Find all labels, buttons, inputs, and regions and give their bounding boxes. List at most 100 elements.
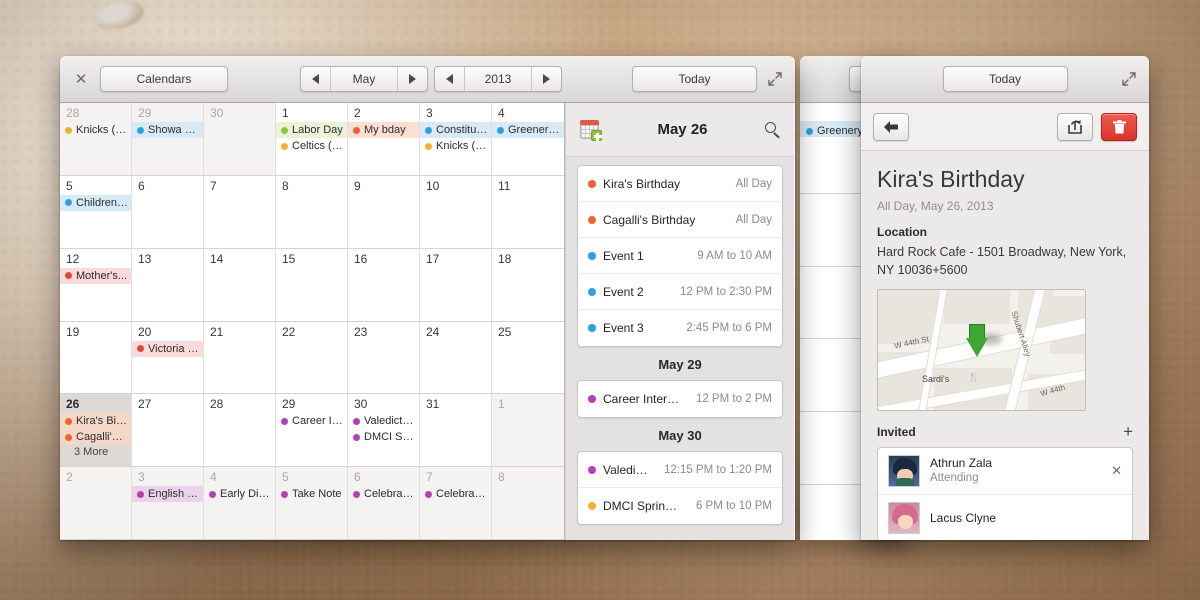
day-cell[interactable]: 17	[420, 248, 492, 322]
next-month-button[interactable]	[397, 67, 427, 91]
grid-event[interactable]: Knicks (9...	[60, 122, 131, 138]
day-cell[interactable]: 28	[204, 394, 276, 468]
grid-event[interactable]: Labor Day	[276, 122, 347, 138]
day-cell[interactable]: 2	[60, 467, 132, 540]
expand-icon[interactable]	[1119, 69, 1139, 89]
invitee-row[interactable]: Athrun Zala Attending ✕	[878, 448, 1132, 495]
day-cell[interactable]: 10	[420, 175, 492, 249]
next-year-button[interactable]	[531, 67, 561, 91]
day-cell[interactable]: 3English Pr...	[132, 467, 204, 540]
day-cell[interactable]: 30 Valedicto... DMCI Spri...	[348, 394, 420, 468]
day-cell[interactable]: 18	[492, 248, 564, 322]
year-stepper[interactable]: 2013	[434, 66, 562, 92]
share-button[interactable]	[1057, 112, 1093, 141]
day-cell[interactable]: 12 Mother's...	[60, 248, 132, 322]
day-cell[interactable]: 14	[204, 248, 276, 322]
prev-year-button[interactable]	[435, 67, 465, 91]
grid-event[interactable]: My bday	[348, 122, 419, 138]
day-cell[interactable]: 5 Take Note	[276, 467, 348, 540]
day-cell[interactable]: 30	[204, 103, 276, 176]
grid-event[interactable]: Valedicto...	[348, 413, 419, 429]
event-list-row[interactable]: Valedic... 12:15 PM to 1:20 PM	[578, 452, 782, 488]
day-cell[interactable]: 1 Labor Day Celtics (9...	[276, 103, 348, 176]
expand-icon[interactable]	[765, 69, 785, 89]
day-cell[interactable]: 23	[348, 321, 420, 395]
invitee-list[interactable]: Athrun Zala Attending ✕ Lacus Clyne	[877, 447, 1133, 540]
delete-button[interactable]	[1101, 112, 1137, 141]
day-cell[interactable]: 16	[348, 248, 420, 322]
day-cell[interactable]: 24	[420, 321, 492, 395]
grid-event[interactable]: Greenery...	[492, 122, 564, 138]
day-cell[interactable]: 11	[492, 175, 564, 249]
day-cell[interactable]: 7	[204, 175, 276, 249]
grid-event[interactable]: Take Note	[276, 486, 347, 502]
today-button[interactable]: Today	[632, 66, 757, 92]
back-button[interactable]	[873, 112, 909, 141]
grid-event[interactable]: Victoria Day	[132, 340, 203, 357]
day-cell[interactable]: 3 Constituti... Knicks (8...	[420, 103, 492, 176]
close-icon[interactable]: ✕	[70, 68, 92, 90]
event-list-scroll[interactable]: Kira's Birthday All Day Cagalli's Birthday…	[566, 157, 794, 540]
day-cell[interactable]: 22	[276, 321, 348, 395]
location-map[interactable]: W 44th St Shubert Alley Sardi's 🍴 W 44th	[877, 289, 1086, 411]
grid-event[interactable]: Celtics (9...	[276, 138, 347, 154]
event-list-row[interactable]: Event 3 2:45 PM to 6 PM	[578, 310, 782, 346]
grid-event[interactable]: Showa Day	[132, 122, 203, 138]
grid-event[interactable]: Mother's...	[60, 267, 131, 284]
day-cell[interactable]: 8	[492, 467, 564, 540]
day-cell[interactable]: 20 Victoria Day	[132, 321, 204, 395]
search-icon[interactable]	[765, 122, 780, 139]
day-cell[interactable]: 25	[492, 321, 564, 395]
day-cell[interactable]: 6 Celebrati...	[348, 467, 420, 540]
event-list-row[interactable]: Event 1 9 AM to 10 AM	[578, 238, 782, 274]
calendars-button[interactable]: Calendars	[100, 66, 228, 92]
day-cell[interactable]: 4 Greenery...	[492, 103, 564, 176]
day-cell[interactable]: 4 Early Dis...	[204, 467, 276, 540]
grid-event[interactable]: Children's...	[60, 194, 131, 211]
event-list-row[interactable]: Kira's Birthday All Day	[578, 166, 782, 202]
day-cell[interactable]: 1	[492, 394, 564, 468]
day-cell[interactable]: 2 My bday	[348, 103, 420, 176]
grid-event[interactable]: Knicks (8...	[420, 138, 491, 154]
day-cell[interactable]: 7 Celebrati...	[420, 467, 492, 540]
day-cell[interactable]: 28 Knicks (9...	[60, 103, 132, 176]
calendar-window[interactable]: ✕ Calendars May 2013 Today 28 Knicks (9..…	[60, 56, 795, 540]
event-list-pane[interactable]: May 26 Kira's Birthday All Day Cagalli's B…	[565, 103, 794, 540]
grid-event[interactable]: Early Dis...	[204, 486, 275, 502]
month-grid[interactable]: 28 Knicks (9... 29 Showa Day 30 1 Labor Day Cel…	[60, 103, 565, 540]
day-cell[interactable]: 31	[420, 394, 492, 468]
month-stepper[interactable]: May	[300, 66, 428, 92]
day-cell[interactable]: 13	[132, 248, 204, 322]
prev-month-button[interactable]	[301, 67, 331, 91]
event-detail-window[interactable]: Today Kira's Birthday All Day, May 26, 2…	[861, 56, 1149, 540]
event-list-row[interactable]: DMCI Spring ... 6 PM to 10 PM	[578, 488, 782, 524]
day-cell[interactable]: 6	[132, 175, 204, 249]
grid-event[interactable]: Cagalli's ...	[60, 429, 131, 446]
day-cell[interactable]: 29 Showa Day	[132, 103, 204, 176]
day-cell[interactable]: 15	[276, 248, 348, 322]
day-cell[interactable]: 9	[348, 175, 420, 249]
grid-event[interactable]: DMCI Spri...	[348, 429, 419, 445]
grid-event[interactable]: English Pr...	[132, 486, 203, 503]
invitee-row[interactable]: Lacus Clyne	[878, 495, 1132, 540]
day-cell[interactable]: 29 Career In...	[276, 394, 348, 468]
event-list-row[interactable]: Event 2 12 PM to 2:30 PM	[578, 274, 782, 310]
grid-event[interactable]: Kira's Bir...	[60, 413, 131, 430]
event-list-row[interactable]: Career Intern... 12 PM to 2 PM	[578, 381, 782, 417]
event-list-row[interactable]: Cagalli's Birthday All Day	[578, 202, 782, 238]
new-calendar-event-icon[interactable]	[580, 120, 602, 141]
detail-today-button[interactable]: Today	[942, 66, 1068, 92]
day-cell[interactable]: 21	[204, 321, 276, 395]
day-cell[interactable]: 26 Kira's Bir... Cagalli's ... 3 More	[60, 394, 132, 468]
grid-event[interactable]: Celebrati...	[348, 486, 419, 502]
remove-invitee-icon[interactable]: ✕	[1111, 463, 1122, 479]
plus-icon[interactable]: +	[1123, 423, 1133, 440]
more-events-link[interactable]: 3 More	[60, 445, 131, 459]
day-cell[interactable]: 19	[60, 321, 132, 395]
day-cell[interactable]: 27	[132, 394, 204, 468]
day-cell[interactable]: 8	[276, 175, 348, 249]
grid-event[interactable]: Career In...	[276, 413, 347, 429]
day-cell[interactable]: 5 Children's...	[60, 175, 132, 249]
grid-event[interactable]: Constituti...	[420, 122, 491, 138]
grid-event[interactable]: Celebrati...	[420, 486, 491, 502]
